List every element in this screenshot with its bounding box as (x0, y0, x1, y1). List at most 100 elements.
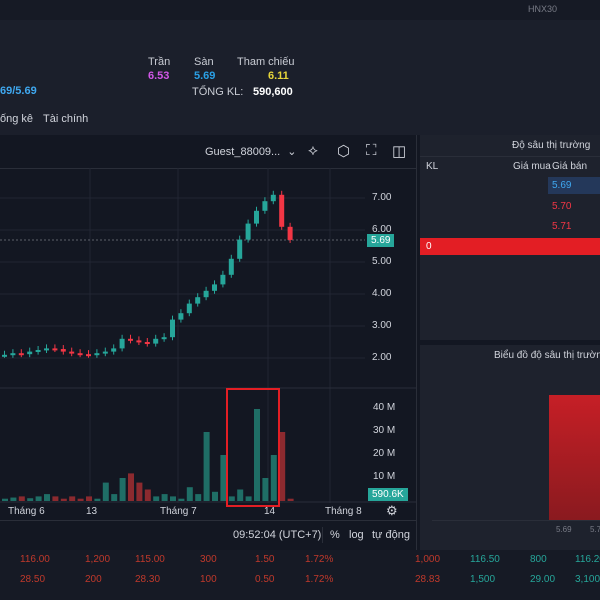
depth-total-bar (420, 238, 600, 255)
volume-bar (237, 489, 244, 501)
index-label[interactable]: HNX30 (528, 4, 557, 14)
depth-x-tick: 5.69 (556, 525, 572, 534)
x-tick: Tháng 8 (325, 506, 362, 517)
volume-bar (153, 496, 160, 501)
table-cell: 28.30 (135, 574, 161, 585)
last-price-badge: 5.69 (367, 234, 395, 247)
table-cell: 1,200 (85, 554, 111, 565)
volume-bar (102, 482, 109, 501)
table-cell: 1,500 (470, 574, 496, 585)
depth-col-bid: Giá mua (513, 161, 551, 172)
fullscreen-icon[interactable]: ⛶ (366, 142, 377, 159)
bottom-bar-divider (0, 520, 416, 521)
floor-label: Sàn (194, 56, 214, 68)
camera-icon[interactable]: ◫ (392, 142, 406, 160)
table-cell: 300 (200, 554, 217, 565)
volume-bar (228, 496, 235, 501)
volume-bar (77, 498, 84, 501)
indicator-icon[interactable]: ⟡ (308, 142, 318, 159)
table-cell: 1.72% (305, 554, 334, 565)
percent-toggle[interactable]: % (330, 529, 340, 541)
auto-toggle[interactable]: tự động (372, 529, 410, 541)
volume-bar (212, 491, 218, 501)
depth-x-tick: 5.7 (590, 525, 600, 534)
volume-bar (170, 496, 176, 501)
settings-icon[interactable]: ⬡ (337, 142, 350, 160)
volume-bar (128, 473, 134, 501)
table-cell: 116.00 (20, 554, 50, 565)
volume-bar (27, 498, 34, 501)
depth-ask-row-3[interactable]: 5.71 (552, 221, 571, 232)
depth-total-value: 0 (426, 241, 432, 252)
depth-title: Độ sâu thị trường (512, 140, 591, 151)
total-volume-label: TỔNG KL: (192, 86, 244, 98)
volume-bar (245, 496, 252, 501)
tab-statistics[interactable]: ống kê (0, 113, 33, 125)
ceiling-value: 6.53 (148, 70, 170, 82)
table-cell: 116.50 (470, 554, 500, 565)
depth-col-ask: Giá bán (552, 161, 588, 172)
tab-finance[interactable]: Tài chính (43, 113, 88, 125)
volume-bar (186, 487, 193, 501)
volume-bar (69, 496, 76, 501)
table-cell: 200 (85, 574, 102, 585)
chart-toolbar: Guest_88009... ⌄ ⟡ ⬡ ⛶ ◫ (0, 135, 416, 169)
volume-tick: 20 M (373, 448, 396, 459)
table-cell: 28.50 (20, 574, 46, 585)
x-tick: 14 (264, 506, 276, 517)
volume-bar (254, 409, 260, 501)
volume-bar (44, 494, 50, 501)
volume-bar (161, 494, 168, 501)
price-tick: 7.00 (372, 192, 392, 203)
volume-bar (144, 489, 151, 501)
table-cell: 115.00 (135, 554, 165, 565)
volume-bar (287, 498, 294, 501)
chevron-down-icon: ⌄ (287, 146, 297, 158)
volume-bar (220, 455, 227, 501)
depth-chart-axis (432, 520, 600, 521)
table-cell: 0.50 (255, 574, 275, 585)
ref-price: 69/5.69 (0, 85, 37, 97)
table-cell: 3,100 (575, 574, 600, 585)
volume-bars (2, 409, 294, 501)
header-band (0, 0, 600, 135)
axis-settings-icon[interactable]: ⚙ (386, 503, 398, 519)
volume-tick: 40 M (373, 402, 396, 413)
top-strip (0, 0, 600, 20)
table-row[interactable]: 116.00 1,200 115.00 300 1.50 1.72% 1,000 116.50… (0, 554, 600, 570)
grid (0, 168, 365, 503)
user-label: Guest_88009... (205, 146, 281, 158)
table-cell: 116.20 (575, 554, 600, 565)
volume-bar (60, 498, 67, 501)
depth-ask-area (549, 395, 600, 520)
table-cell: 29.00 (530, 574, 556, 585)
log-toggle[interactable]: log (349, 529, 364, 541)
depth-chart-title: Biểu đồ độ sâu thị trường (494, 350, 600, 361)
price-tick: 5.00 (372, 256, 392, 267)
depth-header-divider (420, 156, 600, 157)
price-chart[interactable] (0, 168, 416, 523)
volume-bar (195, 494, 202, 501)
volume-bar (35, 496, 42, 501)
volume-bar (2, 498, 8, 501)
price-tick: 3.00 (372, 320, 392, 331)
bottom-price-table: 116.00 1,200 115.00 300 1.50 1.72% 1,000 116.50… (0, 550, 600, 600)
table-cell: 1.50 (255, 554, 275, 565)
volume-bar (279, 432, 286, 501)
volume-bar (178, 498, 185, 501)
volume-bar (52, 496, 59, 501)
table-row[interactable]: 28.50 200 28.30 100 0.50 1.72% 28.83 1,500 29.00… (0, 574, 600, 590)
last-volume-badge: 590.6K (368, 488, 408, 501)
volume-bar (94, 498, 101, 501)
depth-ask-row-2[interactable]: 5.70 (552, 201, 571, 212)
total-volume-value: 590,600 (253, 86, 293, 98)
user-selector[interactable]: Guest_88009... ⌄ (205, 145, 297, 158)
depth-ask-row-1[interactable]: 5.69 (548, 177, 600, 194)
volume-bar (86, 496, 92, 501)
reference-label: Tham chiếu (237, 56, 295, 68)
floor-value: 5.69 (194, 70, 216, 82)
table-cell: 1,000 (415, 554, 441, 565)
volume-bar (262, 478, 269, 501)
volume-bar (10, 497, 17, 501)
x-tick: Tháng 7 (160, 506, 197, 517)
